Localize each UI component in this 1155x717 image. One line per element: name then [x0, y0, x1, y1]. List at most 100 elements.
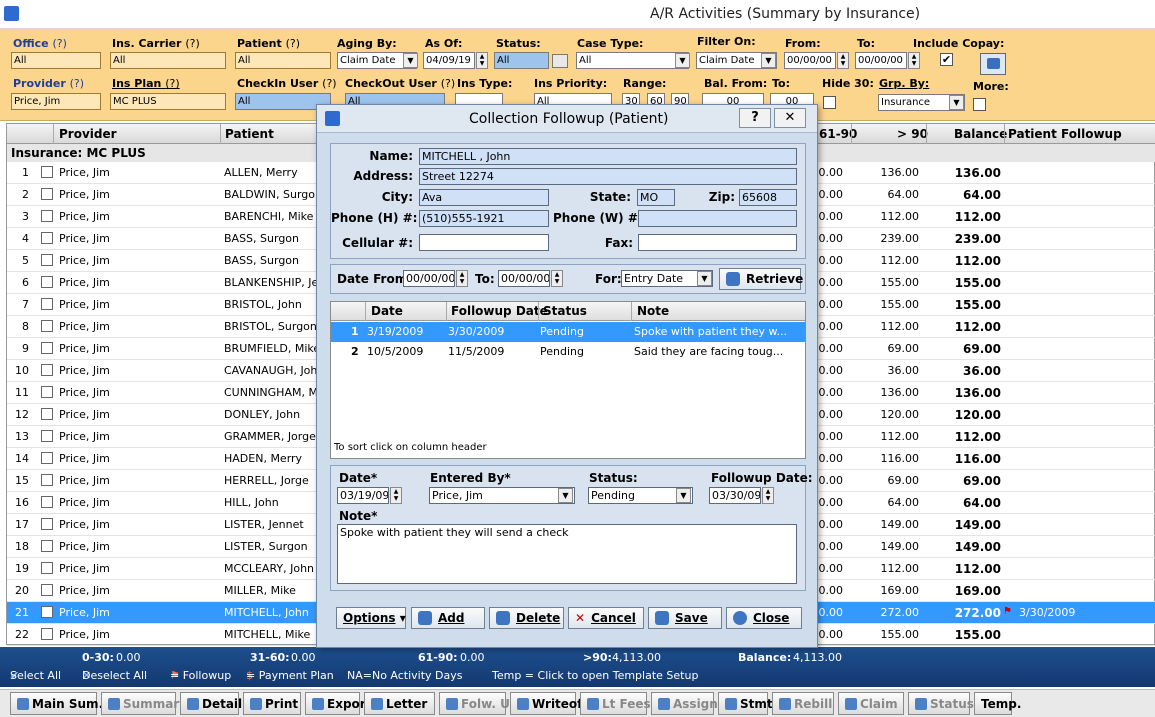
provider-field[interactable]: Price, Jim	[11, 93, 101, 110]
row-checkbox[interactable]	[41, 540, 53, 552]
row-checkbox[interactable]	[41, 518, 53, 530]
folw-up-button[interactable]: Folw. Up	[439, 692, 518, 715]
temp-button[interactable]: Temp.	[974, 692, 1021, 715]
delete-button[interactable]: Delete	[489, 607, 564, 629]
options-button[interactable]: Options ▾	[336, 607, 406, 629]
col-over-90[interactable]: > 90	[897, 127, 928, 141]
from-spinner[interactable]: ▲ ▼	[837, 52, 849, 69]
row-checkbox[interactable]	[41, 320, 53, 332]
date-to-spinner[interactable]: ▲ ▼	[551, 270, 563, 287]
chevron-down-icon[interactable]: ▼	[697, 271, 712, 286]
fcol-note[interactable]: Note	[637, 304, 669, 318]
claim-button[interactable]: Claim	[838, 692, 904, 715]
fcol-date[interactable]: Date	[371, 304, 403, 318]
date-from-spinner[interactable]: ▲ ▼	[456, 270, 468, 287]
name-field[interactable]: MITCHELL , John	[419, 148, 797, 165]
date-from-field[interactable]: 00/00/00	[403, 270, 455, 287]
chevron-down-icon[interactable]: ▼	[676, 488, 691, 503]
fcol-status[interactable]: Status	[543, 304, 587, 318]
status-button[interactable]: Status	[908, 692, 974, 715]
from-date-field[interactable]: 00/00/00	[784, 52, 836, 69]
row-checkbox[interactable]	[41, 408, 53, 420]
fax-field[interactable]	[638, 234, 797, 251]
state-field[interactable]: MO	[637, 189, 675, 206]
help-button[interactable]: ?	[739, 108, 771, 128]
chevron-down-icon[interactable]: ▼	[403, 53, 418, 68]
save-button[interactable]: Save	[648, 607, 722, 629]
row-checkbox[interactable]	[41, 254, 53, 266]
row-checkbox[interactable]	[41, 584, 53, 596]
patient-field[interactable]: All	[235, 52, 331, 69]
row-checkbox[interactable]	[41, 386, 53, 398]
to-spinner[interactable]: ▲ ▼	[908, 52, 920, 69]
dialog-close-button[interactable]: ✕	[774, 108, 806, 128]
rebill-button[interactable]: Rebill	[772, 692, 834, 715]
row-checkbox[interactable]	[41, 276, 53, 288]
cancel-button[interactable]: ✕ Cancel	[568, 607, 644, 629]
col-patient[interactable]: Patient	[225, 127, 274, 141]
note-textarea[interactable]: Spoke with patient they will send a chec…	[337, 524, 797, 584]
col-balance[interactable]: Balance	[954, 127, 1007, 141]
edit-date-spinner[interactable]: ▲ ▼	[390, 487, 402, 504]
city-field[interactable]: Ava	[419, 189, 549, 206]
row-checkbox[interactable]	[41, 496, 53, 508]
address-field[interactable]: Street 12274	[419, 168, 797, 185]
ins-plan-field[interactable]: MC PLUS	[110, 93, 226, 110]
phone-h-field[interactable]: (510)555-1921	[419, 210, 549, 227]
date-to-field[interactable]: 00/00/00	[498, 270, 550, 287]
retrieve-button[interactable]: Retrieve	[719, 268, 803, 290]
letter-button[interactable]: Letter	[364, 692, 435, 715]
entered-by-select[interactable]: Price, Jim	[429, 487, 575, 504]
followup-date-field[interactable]: 03/30/09	[709, 487, 761, 504]
main-sum-button[interactable]: Main Sum.	[10, 692, 103, 715]
row-checkbox[interactable]	[41, 166, 53, 178]
stmts-button[interactable]: Stmts	[718, 692, 780, 715]
lt-fees-button[interactable]: Lt Fees	[580, 692, 651, 715]
chevron-down-icon[interactable]: ▼	[675, 53, 690, 68]
fcol-followup-date[interactable]: Followup Date	[451, 304, 548, 318]
col-patient-followup[interactable]: Patient Followup	[1008, 127, 1122, 141]
case-type-select[interactable]: All	[576, 52, 689, 69]
row-checkbox[interactable]	[41, 474, 53, 486]
col-provider[interactable]: Provider	[59, 127, 117, 141]
ins-carrier-field[interactable]: All	[110, 52, 226, 69]
as-of-spinner[interactable]: ▲ ▼	[476, 52, 488, 69]
chevron-down-icon[interactable]: ▼	[558, 488, 573, 503]
row-checkbox[interactable]	[41, 342, 53, 354]
assign-button[interactable]: Assign	[651, 692, 718, 715]
writeoff-button[interactable]: Writeoff	[510, 692, 587, 715]
row-checkbox[interactable]	[41, 232, 53, 244]
row-checkbox[interactable]	[41, 298, 53, 310]
close-button[interactable]: Close	[726, 607, 802, 629]
as-of-field[interactable]: 04/09/19	[423, 52, 475, 69]
row-checkbox[interactable]	[41, 606, 53, 618]
cellular-field[interactable]	[419, 234, 549, 251]
row-checkbox[interactable]	[41, 628, 53, 640]
row-checkbox[interactable]	[41, 210, 53, 222]
edit-date-field[interactable]: 03/19/09	[337, 487, 389, 504]
zip-field[interactable]: 65608	[739, 189, 797, 206]
print-button[interactable]: Print	[243, 692, 301, 715]
include-copay-checkbox[interactable]: ✔	[940, 53, 953, 66]
to-date-field[interactable]: 00/00/00	[855, 52, 907, 69]
followup-row[interactable]: 1 3/19/2009 3/30/2009 Pending Spoke with pat…	[331, 322, 805, 342]
row-checkbox[interactable]	[41, 430, 53, 442]
hide30-checkbox[interactable]	[823, 96, 836, 109]
summary-button[interactable]: Summary	[101, 692, 187, 715]
followup-date-spinner[interactable]: ▲ ▼	[762, 487, 774, 504]
status-field[interactable]: All	[494, 52, 549, 69]
row-checkbox[interactable]	[41, 364, 53, 376]
office-field[interactable]: All	[11, 52, 101, 69]
row-checkbox[interactable]	[41, 452, 53, 464]
more-checkbox[interactable]	[973, 98, 986, 111]
row-checkbox[interactable]	[41, 188, 53, 200]
phone-w-field[interactable]	[638, 210, 797, 227]
export-button[interactable]: Export	[305, 692, 371, 715]
detail-button[interactable]: Detail	[180, 692, 242, 715]
status-picker-icon[interactable]	[552, 54, 568, 68]
chevron-down-icon[interactable]: ▼	[949, 95, 964, 110]
chevron-down-icon[interactable]: ▼	[761, 53, 776, 68]
row-checkbox[interactable]	[41, 562, 53, 574]
search-button[interactable]	[980, 53, 1006, 75]
add-button[interactable]: Add	[411, 607, 485, 629]
